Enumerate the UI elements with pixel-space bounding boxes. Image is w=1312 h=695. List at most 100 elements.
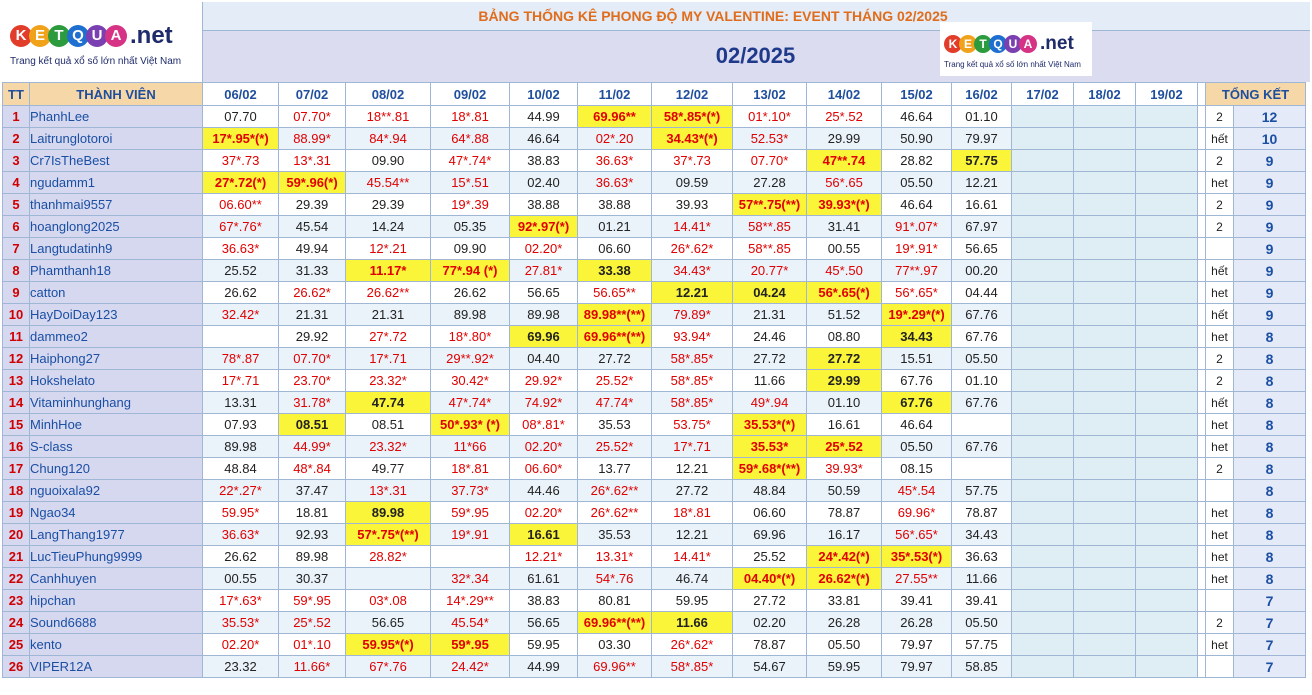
score-cell[interactable]: 46.64	[881, 105, 952, 128]
empty-cell[interactable]	[1011, 633, 1074, 656]
status-note[interactable]: hết	[1205, 303, 1234, 326]
score-cell[interactable]: 67.76	[951, 391, 1012, 414]
member-name[interactable]: hoanglong2025	[29, 215, 203, 238]
score-cell[interactable]: 89.98	[202, 435, 279, 458]
score-cell[interactable]: 15*.51	[430, 171, 510, 194]
score-cell[interactable]: 12.21	[651, 523, 733, 546]
empty-cell[interactable]	[1011, 655, 1074, 678]
score-cell[interactable]: 38.83	[509, 589, 578, 612]
score-cell[interactable]: 01.10	[951, 369, 1012, 392]
member-name[interactable]: PhanhLee	[29, 105, 203, 128]
empty-cell[interactable]	[1011, 369, 1074, 392]
empty-cell[interactable]	[1135, 501, 1198, 524]
status-note[interactable]: 2	[1205, 193, 1234, 216]
score-cell[interactable]: 31.78*	[278, 391, 346, 414]
empty-cell[interactable]	[1011, 589, 1074, 612]
empty-cell[interactable]	[1135, 303, 1198, 326]
status-note[interactable]: het	[1205, 171, 1234, 194]
score-cell[interactable]: 32.42*	[202, 303, 279, 326]
score-cell[interactable]: 35.53*	[202, 611, 279, 634]
score-cell[interactable]: 23.32*	[345, 435, 431, 458]
empty-cell[interactable]	[1073, 347, 1136, 370]
total-points[interactable]: 8	[1233, 523, 1306, 546]
score-cell[interactable]: 59.95*	[202, 501, 279, 524]
score-cell[interactable]: 39.41	[951, 589, 1012, 612]
score-cell[interactable]: 21.31	[278, 303, 346, 326]
score-cell[interactable]: 07.70	[202, 105, 279, 128]
score-cell[interactable]: 37*.73	[202, 149, 279, 172]
score-cell[interactable]: 78*.87	[202, 347, 279, 370]
score-cell[interactable]: 26.62**	[345, 281, 431, 304]
empty-cell[interactable]	[1135, 369, 1198, 392]
score-cell[interactable]: 13.31*	[577, 545, 652, 568]
score-cell[interactable]: 56.65	[509, 611, 578, 634]
member-name[interactable]: Haiphong27	[29, 347, 203, 370]
score-cell[interactable]: 48.84	[202, 457, 279, 480]
score-cell[interactable]: 18*.81	[430, 457, 510, 480]
score-cell[interactable]: 54.67	[732, 655, 807, 678]
score-cell[interactable]: 14.41*	[651, 215, 733, 238]
score-cell[interactable]: 49.77	[345, 457, 431, 480]
score-cell[interactable]: 08*.81*	[509, 413, 578, 436]
score-cell[interactable]: 06.60	[732, 501, 807, 524]
score-cell[interactable]: 17*.71	[345, 347, 431, 370]
score-cell[interactable]: 04.40	[509, 347, 578, 370]
score-cell[interactable]: 24*.42(*)	[806, 545, 882, 568]
total-points[interactable]: 10	[1233, 127, 1306, 150]
member-name[interactable]: kento	[29, 633, 203, 656]
empty-cell[interactable]	[1135, 633, 1198, 656]
score-cell[interactable]: 25.52*	[577, 369, 652, 392]
score-cell[interactable]: 67*.76	[345, 655, 431, 678]
score-cell[interactable]: 92.93	[278, 523, 346, 546]
score-cell[interactable]: 58*.85*	[651, 391, 733, 414]
empty-cell[interactable]	[1011, 303, 1074, 326]
score-cell[interactable]: 02.20*	[509, 435, 578, 458]
score-cell[interactable]: 29.92	[278, 325, 346, 348]
status-note[interactable]: het	[1205, 281, 1234, 304]
total-points[interactable]: 8	[1233, 457, 1306, 480]
score-cell[interactable]: 13.31	[202, 391, 279, 414]
member-name[interactable]: nguoixala92	[29, 479, 203, 502]
status-note[interactable]: 2	[1205, 215, 1234, 238]
score-cell[interactable]: 45.54*	[430, 611, 510, 634]
score-cell[interactable]: 08.51	[278, 413, 346, 436]
empty-cell[interactable]	[1135, 237, 1198, 260]
score-cell[interactable]: 35*.53(*)	[881, 545, 952, 568]
empty-cell[interactable]	[1011, 501, 1074, 524]
score-cell[interactable]: 06.60**	[202, 193, 279, 216]
score-cell[interactable]: 89.98	[430, 303, 510, 326]
score-cell[interactable]: 22*.27*	[202, 479, 279, 502]
score-cell[interactable]: 27.72	[732, 589, 807, 612]
score-cell[interactable]: 07.70*	[278, 347, 346, 370]
score-cell[interactable]: 19*.29*(*)	[881, 303, 952, 326]
empty-cell[interactable]	[1073, 633, 1136, 656]
empty-cell[interactable]	[1135, 149, 1198, 172]
score-cell[interactable]: 25.52	[202, 259, 279, 282]
score-cell[interactable]: 34.43	[881, 325, 952, 348]
score-cell[interactable]: 74.92*	[509, 391, 578, 414]
score-cell[interactable]: 91*.07*	[881, 215, 952, 238]
empty-cell[interactable]	[1011, 435, 1074, 458]
member-name[interactable]: LangThang1977	[29, 523, 203, 546]
score-cell[interactable]: 64*.88	[430, 127, 510, 150]
score-cell[interactable]: 02.20	[732, 611, 807, 634]
member-name[interactable]: Hokshelato	[29, 369, 203, 392]
score-cell[interactable]: 69.96	[732, 523, 807, 546]
empty-cell[interactable]	[1073, 391, 1136, 414]
score-cell[interactable]: 36.63*	[577, 149, 652, 172]
score-cell[interactable]: 37.73*	[430, 479, 510, 502]
score-cell[interactable]: 29.99	[806, 369, 882, 392]
score-cell[interactable]: 09.59	[651, 171, 733, 194]
score-cell[interactable]: 56*.65	[806, 171, 882, 194]
score-cell[interactable]: 58*.85*	[651, 655, 733, 678]
score-cell[interactable]: 02.20*	[509, 501, 578, 524]
status-note[interactable]: het	[1205, 545, 1234, 568]
member-name[interactable]: catton	[29, 281, 203, 304]
score-cell[interactable]: 31.41	[806, 215, 882, 238]
total-points[interactable]: 9	[1233, 193, 1306, 216]
score-cell[interactable]: 48*.84	[278, 457, 346, 480]
score-cell[interactable]: 26.28	[806, 611, 882, 634]
total-points[interactable]: 9	[1233, 303, 1306, 326]
total-points[interactable]: 8	[1233, 501, 1306, 524]
status-note[interactable]: 2	[1205, 347, 1234, 370]
